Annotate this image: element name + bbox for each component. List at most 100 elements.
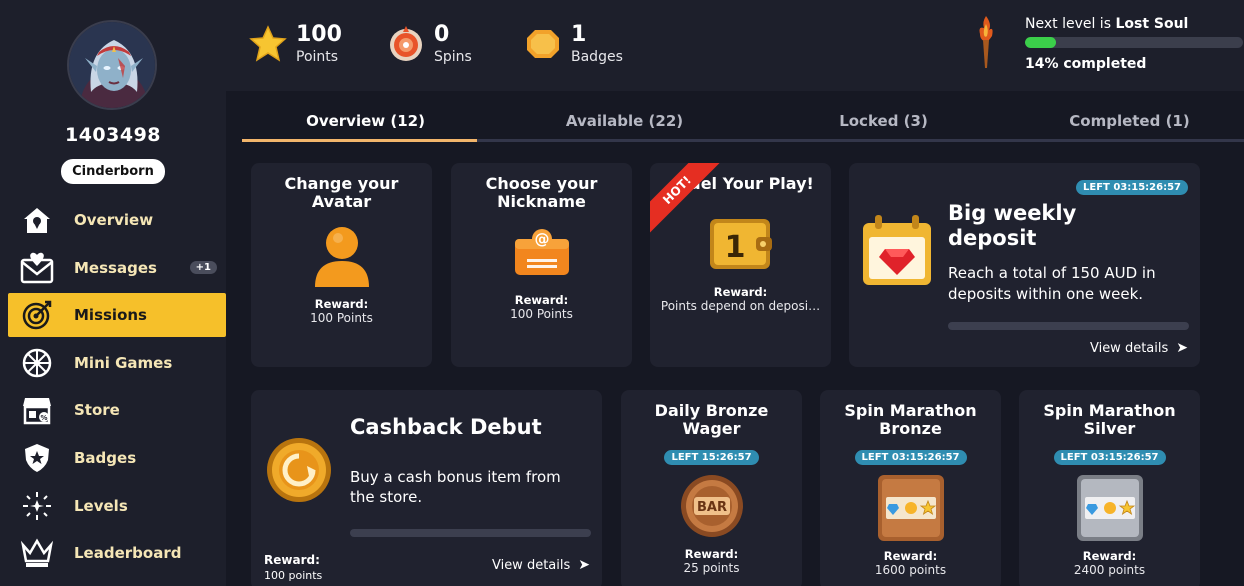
tab-locked[interactable]: Locked (3) bbox=[766, 112, 1001, 130]
points-label: Points bbox=[296, 49, 339, 65]
view-details-label: View details bbox=[491, 557, 571, 573]
reward-label: Reward: bbox=[1082, 549, 1137, 563]
spins-stat: 0 Spins bbox=[386, 22, 472, 66]
timer-badge: LEFT 03:15:26:57 bbox=[1076, 175, 1188, 195]
sidebar-item-label: Overview bbox=[74, 211, 154, 229]
sidebar-item-store[interactable]: % Store bbox=[8, 388, 226, 432]
user-icon bbox=[251, 225, 432, 287]
svg-text:BAR: BAR bbox=[697, 500, 727, 515]
card-description: Buy a cash bonus item from the store. bbox=[350, 468, 561, 506]
points-stat: 100 Points bbox=[248, 22, 342, 66]
shield-star-icon bbox=[20, 441, 54, 475]
card-title: Big weekly deposit bbox=[948, 201, 1077, 250]
badge-icon bbox=[523, 24, 563, 64]
avatar[interactable] bbox=[67, 20, 157, 110]
points-value: 100 bbox=[296, 22, 342, 47]
mission-card-daily-bronze-wager[interactable]: Daily Bronze Wager LEFT 15:26:57 BAR Rew… bbox=[621, 390, 802, 586]
tab-completed[interactable]: Completed (1) bbox=[1012, 112, 1244, 130]
crown-icon bbox=[20, 536, 54, 570]
svg-text:%: % bbox=[40, 414, 47, 422]
sidebar-item-mini-games[interactable]: Mini Games bbox=[8, 341, 226, 385]
sidebar-item-label: Missions bbox=[74, 306, 147, 325]
sidebar-item-label: Messages bbox=[74, 258, 157, 277]
reward-value: Points depend on deposi… bbox=[660, 299, 821, 313]
spins-value: 0 bbox=[434, 22, 450, 47]
slot-machine-silver-icon bbox=[1019, 473, 1200, 543]
sidebar-item-label: Levels bbox=[74, 496, 128, 515]
sidebar-item-messages[interactable]: Messages +1 bbox=[8, 246, 226, 290]
reward-value: 25 points bbox=[683, 561, 740, 575]
sidebar-nav: Overview Messages +1 Missions Mini Games… bbox=[8, 198, 226, 579]
calendar-gem-icon bbox=[861, 213, 933, 293]
tab-available[interactable]: Available (22) bbox=[507, 112, 742, 130]
wallet-icon: 1 bbox=[650, 213, 831, 271]
spins-label: Spins bbox=[434, 49, 472, 65]
mission-card-fuel-your-play[interactable]: HOT! Fuel Your Play! 1 Reward: Points de… bbox=[650, 163, 831, 367]
arrow-right-icon: ➤ bbox=[1176, 340, 1188, 356]
mission-card-avatar[interactable]: Change your Avatar Reward: 100 Points bbox=[251, 163, 432, 367]
sidebar-item-levels[interactable]: Levels bbox=[8, 484, 226, 528]
card-title: Spin Marathon Silver bbox=[1043, 401, 1176, 438]
level-percent: 14% completed bbox=[1025, 56, 1147, 72]
reward-label: Reward: bbox=[713, 285, 768, 299]
view-details-link[interactable]: View details ➤ bbox=[492, 557, 590, 573]
slot-machine-bronze-icon bbox=[820, 473, 1001, 543]
timer-text: LEFT 03:15:26:57 bbox=[854, 450, 967, 465]
mission-card-nickname[interactable]: Choose your Nickname @ Reward: 100 Point… bbox=[451, 163, 632, 367]
active-tab-indicator bbox=[242, 139, 477, 142]
next-level-name: Lost Soul bbox=[1115, 16, 1189, 32]
reward-label: Reward: bbox=[883, 549, 938, 563]
sidebar-item-label: Mini Games bbox=[74, 353, 173, 372]
sidebar-item-label: Leaderboard bbox=[74, 544, 182, 563]
tab-overview[interactable]: Overview (12) bbox=[248, 112, 483, 130]
sparkle-icon bbox=[20, 489, 54, 523]
reward-label: Reward: bbox=[264, 553, 320, 567]
card-title: Choose your Nickname bbox=[485, 174, 598, 211]
cashback-progress-bar bbox=[350, 529, 591, 537]
badges-stat: 1 Badges bbox=[523, 22, 623, 66]
torch-icon bbox=[976, 16, 996, 74]
wheel-icon bbox=[20, 346, 54, 380]
sidebar-item-label: Badges bbox=[74, 448, 137, 467]
mission-card-spin-marathon-bronze[interactable]: Spin Marathon Bronze LEFT 03:15:26:57 Re… bbox=[820, 390, 1001, 586]
svg-text:@: @ bbox=[534, 230, 549, 248]
card-title: Daily Bronze Wager bbox=[654, 401, 769, 438]
badges-label: Badges bbox=[571, 49, 623, 65]
timer-text: LEFT 03:15:26:57 bbox=[1076, 180, 1188, 195]
sidebar-item-badges[interactable]: Badges bbox=[8, 436, 226, 480]
timer-badge: LEFT 03:15:26:57 bbox=[1019, 445, 1200, 465]
sidebar-item-missions[interactable]: Missions bbox=[8, 293, 226, 338]
username: 1403498 bbox=[64, 124, 162, 146]
deposit-progress-bar bbox=[948, 322, 1189, 330]
reward-label: Reward: bbox=[514, 293, 569, 307]
sidebar-item-leaderboard[interactable]: Leaderboard bbox=[8, 531, 226, 575]
timer-badge: LEFT 15:26:57 bbox=[621, 445, 802, 465]
view-details-label: View details bbox=[1089, 340, 1169, 356]
bar-chip-icon: BAR bbox=[621, 473, 802, 539]
mission-card-spin-marathon-silver[interactable]: Spin Marathon Silver LEFT 03:15:26:57 Re… bbox=[1019, 390, 1200, 586]
sidebar-item-overview[interactable]: Overview bbox=[8, 198, 226, 242]
sidebar-item-label: Store bbox=[74, 401, 120, 420]
mission-card-cashback-debut[interactable]: Cashback Debut Buy a cash bonus item fro… bbox=[251, 390, 602, 586]
name-tag-icon: @ bbox=[451, 225, 632, 281]
next-level-text: Next level is Lost Soul bbox=[1025, 16, 1188, 32]
mission-card-big-weekly-deposit[interactable]: LEFT 03:15:26:57 Big weekly deposit Reac… bbox=[849, 163, 1200, 367]
star-icon bbox=[248, 24, 288, 64]
level-progress-fill bbox=[1025, 37, 1056, 48]
timer-badge: LEFT 03:15:26:57 bbox=[820, 445, 1001, 465]
top-stats-bar: 100 Points 0 Spins 1 Badges Next level i… bbox=[226, 0, 1244, 91]
mission-tabs: Overview (12) Available (22) Locked (3) … bbox=[242, 104, 1244, 142]
timer-text: LEFT 03:15:26:57 bbox=[1053, 450, 1166, 465]
reward-value: 100 points bbox=[264, 569, 323, 582]
arrow-right-icon: ➤ bbox=[578, 557, 590, 573]
view-details-link[interactable]: View details ➤ bbox=[1090, 340, 1188, 356]
sidebar: 1403498 Cinderborn Overview Messages +1 … bbox=[0, 0, 226, 586]
reward-value: 100 Points bbox=[310, 311, 373, 325]
target-icon bbox=[20, 298, 54, 332]
tier-badge: Cinderborn bbox=[61, 159, 165, 184]
store-icon: % bbox=[20, 393, 54, 427]
reward-value: 2400 points bbox=[1073, 563, 1146, 577]
reward-label: Reward: bbox=[684, 547, 739, 561]
cashback-coin-icon bbox=[265, 436, 333, 508]
messages-count-badge: +1 bbox=[189, 260, 217, 274]
